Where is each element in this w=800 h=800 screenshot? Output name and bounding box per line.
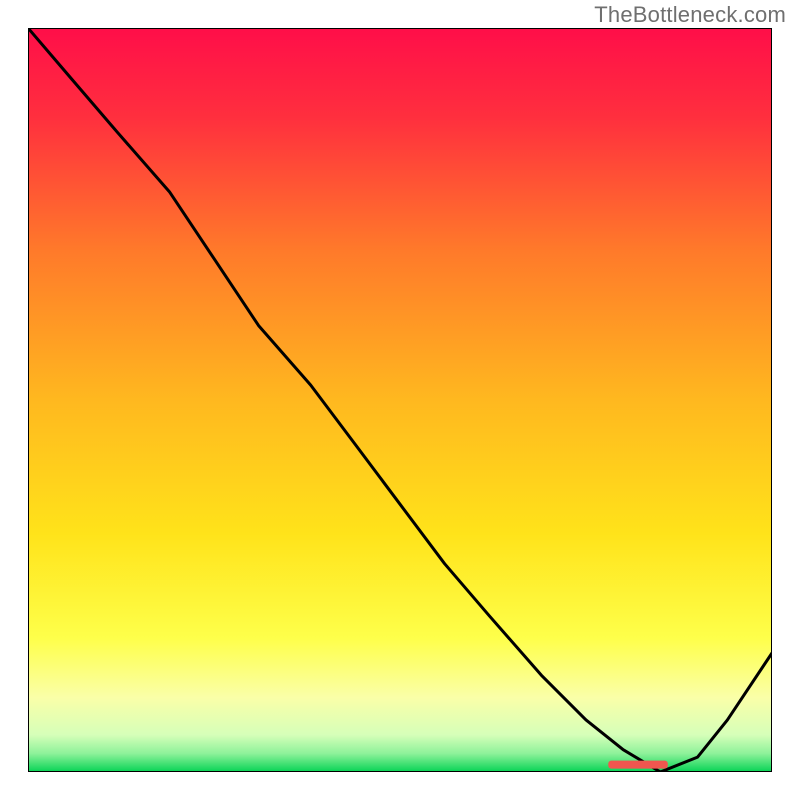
plot-background: [28, 28, 772, 772]
watermark-text: TheBottleneck.com: [594, 2, 786, 28]
highlight-marker: [608, 761, 668, 769]
bottleneck-chart: [28, 28, 772, 772]
chart-container: TheBottleneck.com: [0, 0, 800, 800]
